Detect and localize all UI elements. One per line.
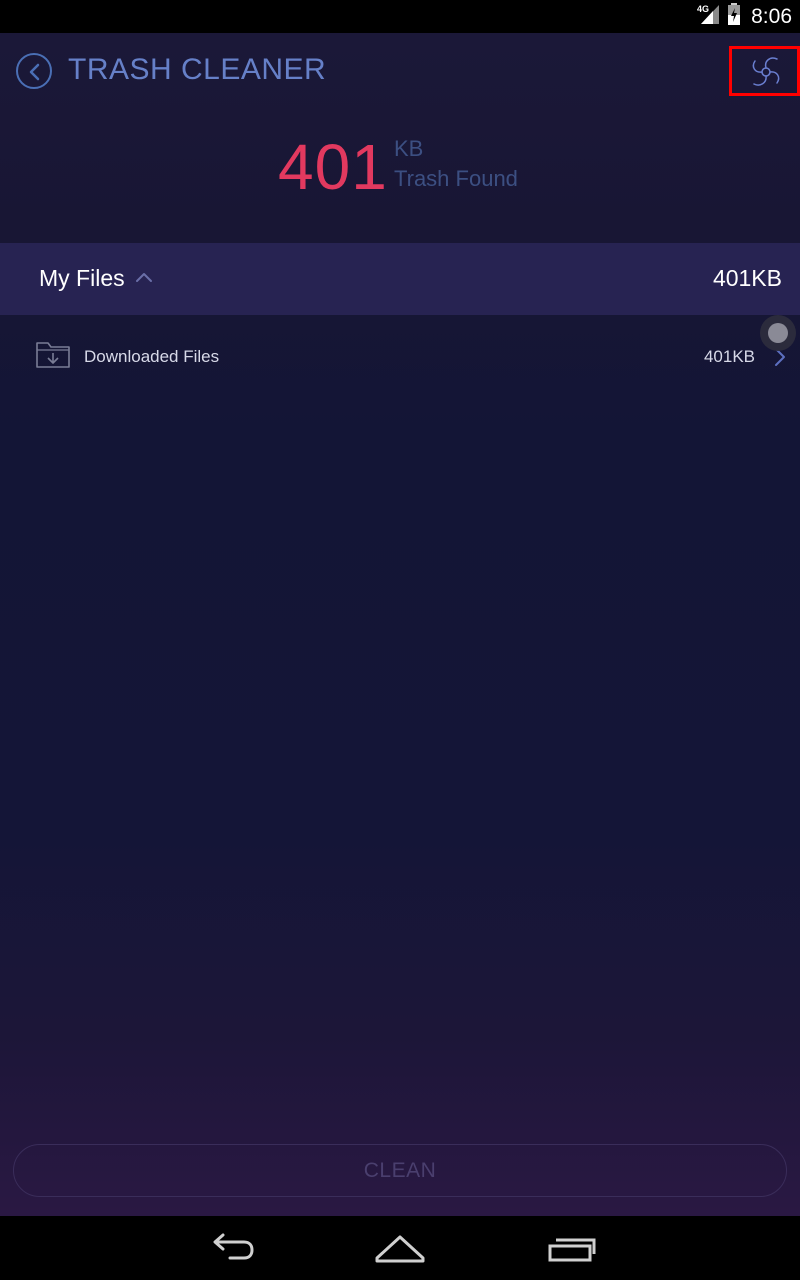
my-files-group-header[interactable]: My Files 401KB [0, 243, 800, 315]
app-header: TRASH CLEANER [0, 33, 800, 108]
status-icons: 4G 8:06 [697, 0, 792, 33]
clean-button[interactable]: CLEAN [13, 1144, 787, 1197]
download-folder-icon [36, 342, 70, 368]
navigation-bar [0, 1216, 800, 1280]
page-title: TRASH CLEANER [68, 53, 327, 86]
list-item-size: 401KB [703, 347, 755, 366]
status-time: 8:06 [751, 4, 792, 28]
chevron-up-icon [136, 273, 152, 282]
back-button[interactable] [16, 53, 52, 89]
back-arrow-icon [29, 63, 40, 81]
trash-summary: 401 KB Trash Found [0, 128, 800, 208]
list-item-label: Downloaded Files [84, 347, 220, 366]
status-bar: 4G 8:06 [0, 0, 800, 33]
trash-found-label: Trash Found [394, 166, 518, 191]
recent-apps-icon[interactable] [546, 1232, 596, 1266]
trash-cleaner-screen: TRASH CLEANER 401 KB Trash Found My File… [0, 33, 800, 1216]
trash-amount: 401 [278, 131, 388, 203]
trash-unit: KB [394, 136, 424, 161]
home-icon[interactable] [374, 1232, 426, 1266]
list-item-downloaded-files[interactable]: Downloaded Files 401KB [0, 323, 800, 389]
back-icon[interactable] [206, 1232, 254, 1266]
network-type-label: 4G [697, 4, 709, 14]
fan-icon [752, 57, 780, 86]
group-title: My Files [39, 265, 125, 291]
fan-button[interactable] [729, 46, 800, 96]
group-size: 401KB [712, 265, 782, 291]
battery-icon [727, 3, 741, 30]
scroll-indicator[interactable] [760, 315, 796, 351]
signal-icon: 4G [697, 3, 721, 30]
